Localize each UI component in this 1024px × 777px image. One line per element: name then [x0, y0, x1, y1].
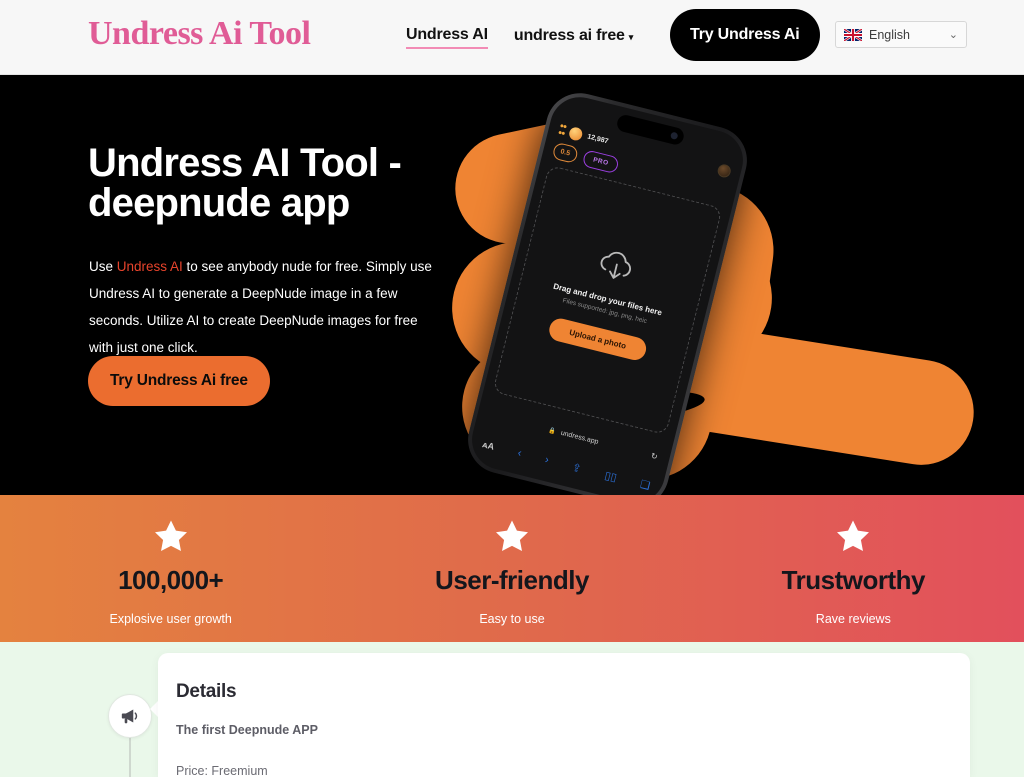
language-selector[interactable]: English ⌄: [835, 21, 967, 48]
stat-value: User-friendly: [435, 565, 589, 595]
back-icon[interactable]: ‹: [516, 447, 522, 460]
nav-item-label: Undress AI: [406, 26, 488, 43]
stat-item: User-friendly Easy to use: [341, 495, 682, 642]
hero-body-pre: Use: [89, 259, 117, 274]
avatar[interactable]: [716, 162, 733, 179]
language-label: English: [869, 27, 910, 42]
uk-flag-icon: [844, 28, 862, 41]
stats-band: 100,000+ Explosive user growth User-frie…: [0, 495, 1024, 642]
main-navigation: Undress AI undress ai free ▾: [406, 0, 633, 75]
details-card: Details The first Deepnude APP Price: Fr…: [158, 653, 970, 777]
stat-item: 100,000+ Explosive user growth: [0, 495, 341, 642]
megaphone-icon: [121, 709, 138, 724]
nav-item-undress-ai[interactable]: Undress AI: [406, 26, 488, 49]
chevron-down-icon: ⌄: [948, 29, 958, 41]
share-icon[interactable]: ⇪: [571, 460, 583, 475]
forward-icon[interactable]: ›: [544, 454, 550, 467]
stat-label: Easy to use: [479, 612, 545, 626]
page-root: Undress Ai Tool Undress AI undress ai fr…: [0, 0, 1024, 777]
camera-icon: [669, 131, 678, 140]
hero-description: Use Undress AI to see anybody nude for f…: [89, 253, 434, 361]
stat-label: Rave reviews: [815, 612, 891, 626]
coin-stack-icon: ●● ●●: [557, 122, 567, 138]
try-undress-ai-button[interactable]: Try Undress Ai: [670, 9, 820, 61]
cloud-upload-icon: [600, 251, 631, 279]
star-icon: [837, 520, 870, 552]
star-icon: [495, 520, 528, 552]
timeline-connector: [129, 735, 131, 777]
hero-section: Undress AI Tool - deepnude app Use Undre…: [0, 75, 1024, 495]
nav-item-undress-ai-free[interactable]: undress ai free ▾: [514, 27, 633, 48]
chevron-down-icon: ▾: [628, 32, 634, 42]
reload-icon[interactable]: ↻: [650, 451, 659, 461]
coin-badge[interactable]: 0.5: [551, 141, 579, 165]
timeline-marker: [108, 694, 152, 738]
text-size-icon[interactable]: ᴀA: [481, 439, 495, 452]
bookmarks-icon[interactable]: ▯▯: [603, 468, 618, 484]
upload-photo-button[interactable]: Upload a photo: [547, 315, 649, 362]
site-logo[interactable]: Undress Ai Tool: [88, 15, 311, 53]
stat-label: Explosive user growth: [109, 612, 232, 626]
details-subtitle: The first Deepnude APP: [176, 723, 318, 737]
stat-value: Trustworthy: [781, 565, 926, 595]
hero-title: Undress AI Tool - deepnude app: [88, 141, 402, 225]
coin-icon: [568, 125, 585, 142]
lock-icon: 🔒: [548, 427, 557, 435]
nav-item-label: undress ai free: [513, 27, 625, 44]
details-title: Details: [176, 681, 237, 702]
safari-url: undress.app: [560, 429, 600, 446]
try-undress-ai-free-button[interactable]: Try Undress Ai free: [88, 356, 270, 406]
star-icon: [154, 520, 187, 552]
stat-value: 100,000+: [118, 565, 224, 595]
coin-badge-label: 0.5: [559, 148, 571, 158]
stat-item: Trustworthy Rave reviews: [683, 495, 1024, 642]
details-price: Price: Freemium: [176, 764, 268, 777]
coin-count: 12,987: [586, 132, 610, 145]
tabs-icon[interactable]: ❏: [639, 477, 652, 492]
site-header: Undress Ai Tool Undress AI undress ai fr…: [0, 0, 1024, 75]
hero-body-highlight: Undress AI: [116, 259, 183, 274]
upload-dropzone[interactable]: Drag and drop your files here Files supp…: [492, 164, 723, 436]
